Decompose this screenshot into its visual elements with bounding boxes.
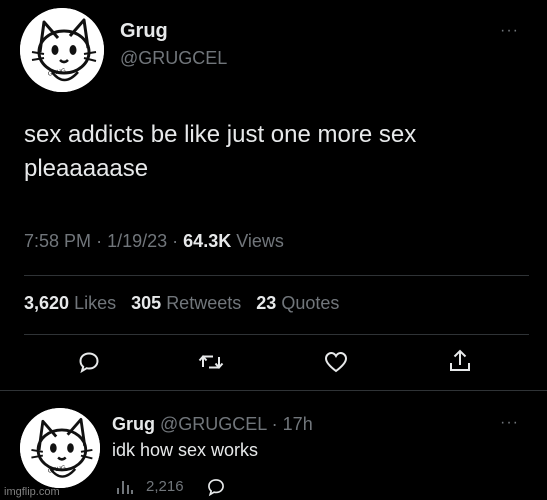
reply-author-handle[interactable]: @GRUGCEL <box>160 414 267 434</box>
reply-more-options-icon[interactable]: ··· <box>500 414 519 432</box>
reply-author-name[interactable]: Grug <box>112 414 155 434</box>
retweets-count: 305 <box>131 293 162 313</box>
reply-reply-button[interactable] <box>206 477 226 497</box>
views-chart-icon <box>117 480 133 494</box>
reply-icon <box>208 479 224 497</box>
author-avatar[interactable] <box>20 8 104 92</box>
meta-separator: · <box>96 231 103 251</box>
likes-stat[interactable]: 3,620 Likes <box>24 293 121 313</box>
retweet-button[interactable] <box>198 350 224 374</box>
tweet-text: sex addicts be like just one more sex pl… <box>24 118 534 186</box>
reply-views[interactable]: 2,216 <box>116 478 184 495</box>
reply-icon <box>79 352 99 374</box>
share-icon <box>450 349 470 371</box>
tweet-meta: 7:58 PM · 1/19/23 · 64.3K Views <box>24 231 284 252</box>
tweet-stats: 3,620 Likes 305 Retweets 23 Quotes <box>24 293 339 314</box>
reply-header: Grug @GRUGCEL · 17h <box>112 414 313 435</box>
more-options-icon[interactable]: ··· <box>500 22 519 40</box>
divider <box>24 275 529 276</box>
like-icon <box>324 351 348 373</box>
retweets-label: Retweets <box>166 293 242 313</box>
tweet-text-line-2: pleaaaaase <box>24 155 149 182</box>
author-name[interactable]: Grug <box>120 20 168 43</box>
tweet-text-line-1: sex addicts be like just one more sex <box>24 121 417 148</box>
views-label[interactable]: Views <box>236 231 284 251</box>
quotes-label: Quotes <box>281 293 340 313</box>
meta-separator: · <box>172 231 179 251</box>
reply-author-avatar[interactable] <box>20 408 100 488</box>
tweet-date[interactable]: 1/19/23 <box>107 231 167 251</box>
reply-separator: · <box>271 414 278 434</box>
like-button[interactable] <box>324 351 348 373</box>
divider <box>24 334 529 335</box>
quotes-stat[interactable]: 23 Quotes <box>256 293 339 313</box>
reply-views-count: 2,216 <box>146 478 184 495</box>
retweets-stat[interactable]: 305 Retweets <box>131 293 246 313</box>
share-button[interactable] <box>448 348 472 374</box>
likes-count: 3,620 <box>24 293 70 313</box>
reply-button[interactable] <box>77 350 101 374</box>
views-count[interactable]: 64.3K <box>183 231 231 251</box>
author-handle[interactable]: @GRUGCEL <box>120 48 227 69</box>
watermark: imgflip.com <box>4 486 60 498</box>
reply-text: idk how sex works <box>112 440 259 460</box>
likes-label: Likes <box>74 293 117 313</box>
quotes-count: 23 <box>256 293 277 313</box>
tweet-time[interactable]: 7:58 PM <box>24 231 91 251</box>
reply-time[interactable]: 17h <box>283 414 313 434</box>
retweet-icon <box>198 354 224 370</box>
cat-drawing-avatar-icon <box>20 408 100 488</box>
divider <box>0 390 547 391</box>
cat-drawing-avatar-icon <box>20 8 104 92</box>
